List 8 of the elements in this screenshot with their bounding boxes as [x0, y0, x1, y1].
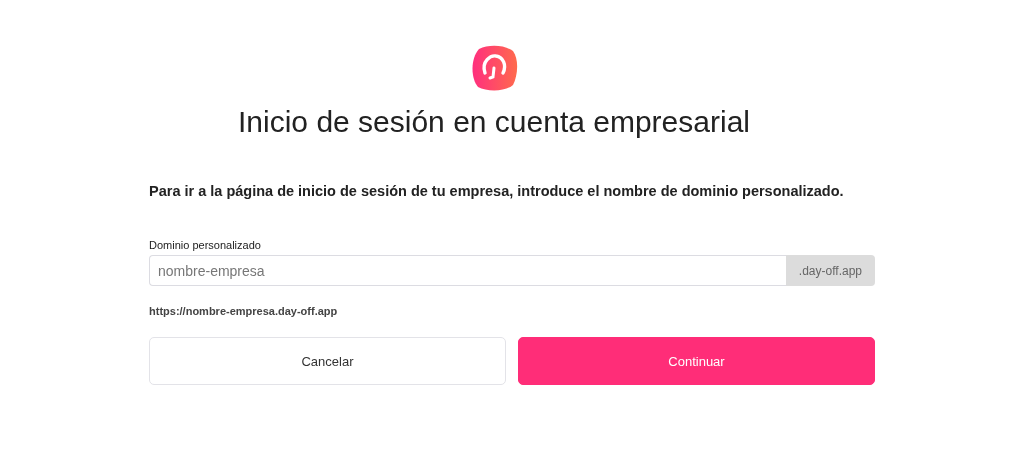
page-title: Inicio de sesión en cuenta empresarial: [237, 105, 751, 139]
instruction-text: Para ir a la página de inicio de sesión de tu empresa, introduce el nombre de dominio personalizado.: [149, 183, 845, 199]
url-preview: https://nombre-empresa.day-off.app: [149, 305, 339, 317]
domain-suffix: .day-off.app: [785, 255, 875, 286]
cancel-button[interactable]: Cancelar: [149, 337, 506, 385]
field-label: Dominio personalizado: [149, 239, 262, 251]
domain-input-field[interactable]: nombre-empresa: [149, 255, 786, 286]
continue-button[interactable]: Continuar: [518, 337, 875, 385]
